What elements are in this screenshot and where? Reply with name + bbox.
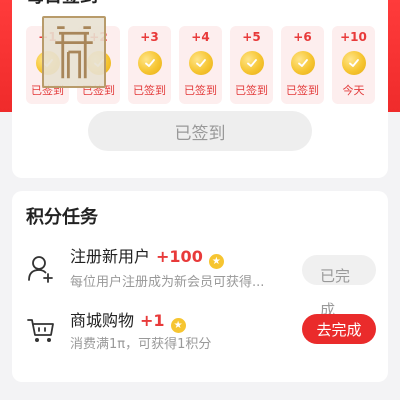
signin-day-5[interactable]: +5 已签到 (230, 26, 273, 104)
coin-check-icon (290, 51, 315, 75)
signed-in-button[interactable]: 已签到 (88, 111, 312, 151)
day-label: 今天 (342, 84, 365, 97)
gate-placeholder-icon (42, 16, 106, 88)
task-go-complete-button[interactable]: 去完成 (302, 314, 376, 344)
task-points: +100 (156, 247, 203, 266)
task-name: 商城购物 (70, 311, 135, 330)
task-description: 每位用户注册成为新会员可获得... (70, 275, 265, 290)
signin-day-4[interactable]: +4 已签到 (179, 26, 222, 104)
points-tasks-card: 积分任务 注册新用户 +100 ★ 每位用户注册成为新会员可获得... 已完成 商城… (12, 191, 388, 382)
task-name: 注册新用户 (70, 247, 151, 266)
tasks-title: 积分任务 (26, 207, 98, 228)
signin-day-6[interactable]: +6 已签到 (281, 26, 324, 104)
task-title: 注册新用户 +100 ★ (70, 243, 224, 269)
signin-day-3[interactable]: +3 已签到 (128, 26, 171, 104)
daily-signin-card: 每日签到 +1 已签到 +2 已签到 +3 已签到 +4 已签到 +5 已签到 (12, 0, 388, 178)
add-user-icon (28, 256, 53, 283)
day-label: 已签到 (184, 84, 217, 97)
day-label: 已签到 (235, 84, 268, 97)
task-points: +1 (140, 311, 165, 330)
task-row-register: 注册新用户 +100 ★ 每位用户注册成为新会员可获得... 已完成 (12, 239, 388, 319)
signin-title: 每日签到 (26, 0, 98, 8)
coin-check-icon (188, 51, 213, 75)
day-points: +4 (191, 30, 210, 44)
task-description: 消费满1π，可获得1积分 (70, 337, 212, 352)
coin-check-icon (341, 51, 366, 75)
task-row-shopping: 商城购物 +1 ★ 消费满1π，可获得1积分 去完成 (12, 303, 388, 367)
day-points: +5 (242, 30, 261, 44)
coin-check-icon (239, 51, 264, 75)
day-points: +6 (293, 30, 312, 44)
day-label: 已签到 (133, 84, 166, 97)
star-badge-icon: ★ (208, 254, 224, 269)
day-points: +3 (140, 30, 159, 44)
signin-day-7[interactable]: +10 今天 (332, 26, 375, 104)
coin-check-icon (137, 51, 162, 75)
day-label: 已签到 (286, 84, 319, 97)
star-badge-icon: ★ (170, 318, 186, 333)
task-completed-button[interactable]: 已完成 (302, 255, 376, 319)
day-points: +10 (340, 30, 367, 44)
shopping-cart-icon (27, 319, 54, 342)
task-title: 商城购物 +1 ★ (70, 307, 186, 333)
